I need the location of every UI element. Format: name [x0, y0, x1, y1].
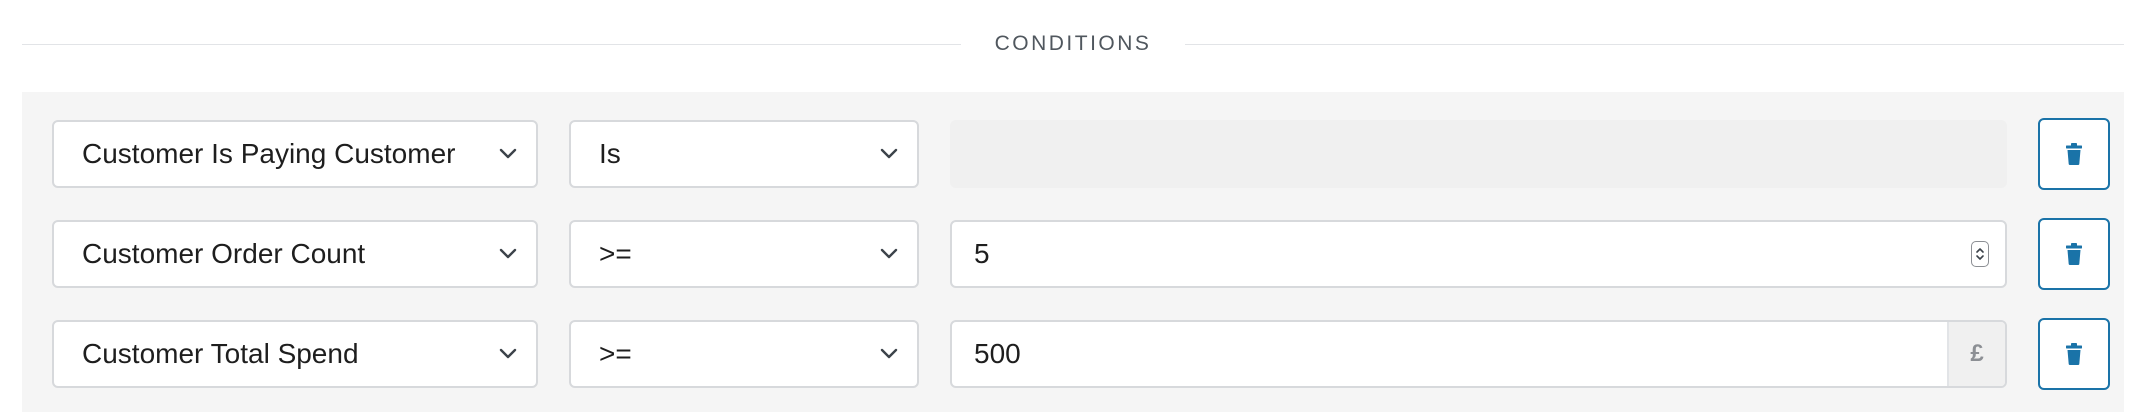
condition-operator-value: >= — [599, 338, 632, 369]
chevron-down-icon — [480, 122, 536, 186]
condition-field-select[interactable]: Customer Total Spend — [52, 320, 538, 388]
condition-value: 500 — [974, 338, 1021, 369]
chevron-down-icon — [480, 222, 536, 286]
condition-operator-value: Is — [599, 138, 621, 169]
currency-symbol: £ — [1947, 322, 2005, 386]
condition-value-input — [950, 120, 2007, 188]
condition-row: Customer Is Paying Customer Is — [22, 118, 2124, 192]
condition-operator-select[interactable]: >= — [569, 220, 919, 288]
condition-value: 5 — [974, 238, 990, 269]
conditions-panel: Customer Is Paying Customer Is Customer … — [22, 92, 2124, 412]
condition-operator-select[interactable]: >= — [569, 320, 919, 388]
delete-condition-button[interactable] — [2038, 218, 2110, 290]
condition-field-value: Customer Is Paying Customer — [82, 138, 456, 169]
delete-condition-button[interactable] — [2038, 318, 2110, 390]
condition-operator-value: >= — [599, 238, 632, 269]
spinner-icon[interactable] — [1971, 241, 1989, 267]
trash-icon — [2066, 343, 2082, 365]
condition-value-input[interactable]: 5 — [950, 220, 2007, 288]
condition-field-value: Customer Total Spend — [82, 338, 359, 369]
conditions-header: CONDITIONS — [22, 26, 2124, 62]
chevron-down-icon — [480, 322, 536, 386]
condition-operator-select[interactable]: Is — [569, 120, 919, 188]
condition-field-value: Customer Order Count — [82, 238, 366, 269]
condition-field-select[interactable]: Customer Order Count — [52, 220, 538, 288]
condition-value-input[interactable]: 500 £ — [950, 320, 2007, 388]
condition-row: Customer Order Count >= 5 — [22, 218, 2124, 292]
divider-left — [22, 43, 961, 45]
divider-right — [1185, 43, 2124, 45]
condition-field-select[interactable]: Customer Is Paying Customer — [52, 120, 538, 188]
trash-icon — [2066, 243, 2082, 265]
chevron-down-icon — [861, 222, 917, 286]
chevron-down-icon — [861, 322, 917, 386]
chevron-down-icon — [861, 122, 917, 186]
delete-condition-button[interactable] — [2038, 118, 2110, 190]
trash-icon — [2066, 143, 2082, 165]
section-title: CONDITIONS — [994, 32, 1152, 55]
condition-row: Customer Total Spend >= 500 £ — [22, 318, 2124, 392]
